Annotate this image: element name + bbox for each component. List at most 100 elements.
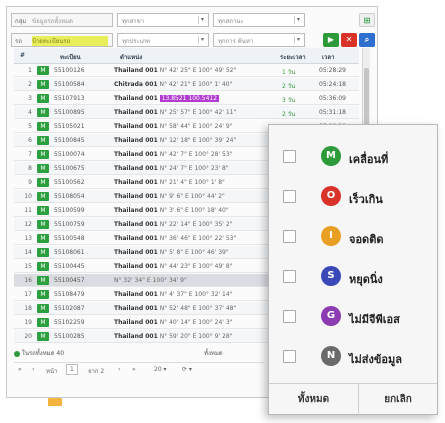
row-index: 8 — [28, 165, 32, 172]
col-header-plate[interactable]: ทะเบียน — [60, 52, 81, 62]
location-cell: Thailand 001 N° 40' 14" E 100° 24' 3" — [114, 319, 232, 326]
group-filter-label: กลุ่ม — [15, 18, 27, 25]
search-mode-dropdown[interactable]: ทุกการ ค้นหา ▾ — [213, 33, 305, 47]
location-cell: Thailand 001 N° 36' 46" E 100° 22' 53" — [114, 235, 236, 242]
status-label: ไม่มีจีพีเอส — [349, 313, 400, 326]
location-cell: Thailand 001 N° 58' 44" E 100° 24' 9" — [114, 123, 232, 130]
location-coords: N° 52' 48" E 100° 37' 48" — [159, 305, 237, 312]
page-size-dropdown[interactable]: 20 ▾ — [154, 366, 167, 373]
pagination-bar: « ‹ หน้า 1 จาก 2 › » 20 ▾ ⟳ ▾ — [14, 362, 264, 376]
cancel-button[interactable]: ยกเลิก — [359, 384, 437, 415]
location-area: Thailand 001 — [114, 193, 158, 200]
refresh-button[interactable]: ⟳ ▾ — [182, 366, 192, 373]
plate-search-input[interactable]: ป้ายทะเบียนรถ — [32, 36, 108, 46]
clear-button[interactable]: ✕ — [341, 33, 357, 47]
status-badge: M — [37, 248, 49, 257]
status-filter-item[interactable]: I จอดติด — [269, 219, 437, 257]
search-button[interactable]: ⌕ — [359, 33, 375, 47]
chevron-down-icon: ▾ — [294, 36, 302, 44]
plate-cell: 55100074 — [54, 151, 85, 158]
status-checkbox[interactable] — [283, 310, 296, 323]
col-header-time[interactable]: เวลา — [322, 52, 334, 62]
location-cell: N° 32' 34" E 100° 34' 9" — [114, 277, 187, 284]
location-area: Thailand 001 — [114, 305, 158, 312]
status-badge: M — [37, 206, 49, 215]
plate-cell: 55100895 — [54, 109, 85, 116]
grid-view-icon[interactable]: ⊞ — [359, 13, 375, 27]
row-index: 12 — [24, 221, 32, 228]
status-checkbox[interactable] — [283, 190, 296, 203]
status-label: เคลื่อนที่ — [349, 153, 389, 166]
row-index: 4 — [28, 109, 32, 116]
group-filter-value: ข้อมูลรถทั้งหมด — [32, 18, 73, 25]
page-number-input[interactable]: 1 — [66, 364, 78, 375]
status-filter-item[interactable]: G ไม่มีจีพีเอส — [269, 299, 437, 337]
plate-cell: 55108061 — [54, 249, 85, 256]
status-checkbox[interactable] — [283, 350, 296, 363]
location-cell: Thailand 001 N° 21' 4" E 100° 1' 8" — [114, 179, 225, 186]
status-dropdown[interactable]: ทุกสถานะ ▾ — [213, 13, 305, 27]
status-badge: M — [37, 234, 49, 243]
table-row[interactable]: 1 M 55100126 Thailand 001 N° 42' 25" E 100°… — [14, 64, 359, 77]
time-cell: 05:28:29 — [319, 67, 346, 74]
location-area: Chitrada 001 — [114, 81, 158, 88]
footer-summary: ทั้งหมด — [204, 350, 223, 357]
status-badge: M — [37, 122, 49, 131]
row-index: 15 — [24, 263, 32, 270]
status-badge: M — [37, 262, 49, 271]
plate-search[interactable]: รถ ป้ายทะเบียนรถ — [11, 33, 113, 47]
scrollbar-thumb[interactable] — [364, 68, 369, 128]
duration-cell: 2 วัน — [282, 111, 296, 118]
first-page-button[interactable]: « — [18, 366, 22, 373]
location-coords: N° 44' 23" E 100° 49' 8" — [159, 263, 233, 270]
group-filter[interactable]: กลุ่ม ข้อมูลรถทั้งหมด — [11, 13, 113, 27]
plate-cell: 55102259 — [54, 319, 85, 326]
plate-cell: 55102087 — [54, 305, 85, 312]
location-cell: Thailand 001 N° 22' 14" E 100° 35' 2" — [114, 221, 232, 228]
col-header-index[interactable]: # — [20, 52, 25, 59]
location-coords: N° 36' 46" E 100° 22' 53" — [159, 235, 237, 242]
col-header-duration[interactable]: ระยะเวลา — [280, 52, 306, 62]
location-coords: N° 40' 14" E 100° 24' 3" — [159, 319, 233, 326]
prev-page-button[interactable]: ‹ — [32, 366, 34, 373]
type-dropdown-value: ทุกประเภท — [122, 38, 150, 45]
status-checkbox[interactable] — [283, 270, 296, 283]
branch-dropdown[interactable]: ทุกสาขา ▾ — [117, 13, 209, 27]
table-row[interactable]: 4 M 55100895 Thailand 001 N° 25' 57" E 100°… — [14, 106, 359, 119]
location-coords: N° 42' 7" E 100° 28' 53" — [159, 151, 233, 158]
status-dropdown-value: ทุกสถานะ — [218, 18, 244, 25]
status-badge: M — [37, 220, 49, 229]
location-coords: N° 25' 57" E 100° 42' 11" — [159, 109, 237, 116]
location-area: Thailand 001 — [114, 291, 158, 298]
page-label: หน้า — [46, 368, 58, 375]
table-row[interactable]: 3 M 55107913 Thailand 001 13.8521 100.5412 3… — [14, 92, 359, 105]
status-letter-icon: G — [321, 306, 341, 326]
row-index: 13 — [24, 235, 32, 242]
chevron-down-icon: ▾ — [198, 16, 206, 24]
row-index: 17 — [24, 291, 32, 298]
status-filter-item[interactable]: M เคลื่อนที่ — [269, 139, 437, 177]
row-index: 14 — [24, 249, 32, 256]
status-label: จอดติด — [349, 233, 384, 246]
status-checkbox[interactable] — [283, 230, 296, 243]
row-index: 16 — [24, 277, 32, 284]
status-dot-icon — [14, 350, 20, 357]
status-filter-item[interactable]: N ไม่ส่งข้อมูล — [269, 339, 437, 377]
apply-button[interactable]: ▶ — [323, 33, 339, 47]
status-checkbox[interactable] — [283, 150, 296, 163]
location-cell: Thailand 001 N° 59' 20" E 100° 9' 28" — [114, 333, 232, 340]
status-filter-item[interactable]: O เร็วเกิน — [269, 179, 437, 217]
type-dropdown[interactable]: ทุกประเภท ▾ — [117, 33, 209, 47]
location-coords: N° 5' 8" E 100° 46' 39" — [159, 249, 229, 256]
last-page-button[interactable]: » — [132, 366, 136, 373]
row-index: 20 — [24, 333, 32, 340]
status-filter-popup: ทั้งหมด ยกเลิก M เคลื่อนที่ O เร็วเกิน I จอดต… — [268, 124, 438, 415]
duration-cell: 2 วัน — [282, 83, 296, 90]
select-all-button[interactable]: ทั้งหมด — [269, 384, 359, 415]
status-badge: M — [37, 80, 49, 89]
col-header-location[interactable]: ตำแหน่ง — [120, 52, 142, 62]
table-row[interactable]: 2 M 55100584 Chitrada 001 N° 42' 21" E 100°… — [14, 78, 359, 91]
location-cell: Thailand 001 N° 44' 23" E 100° 49' 8" — [114, 263, 232, 270]
next-page-button[interactable]: › — [118, 366, 120, 373]
status-filter-item[interactable]: S หยุดนิ่ง — [269, 259, 437, 297]
